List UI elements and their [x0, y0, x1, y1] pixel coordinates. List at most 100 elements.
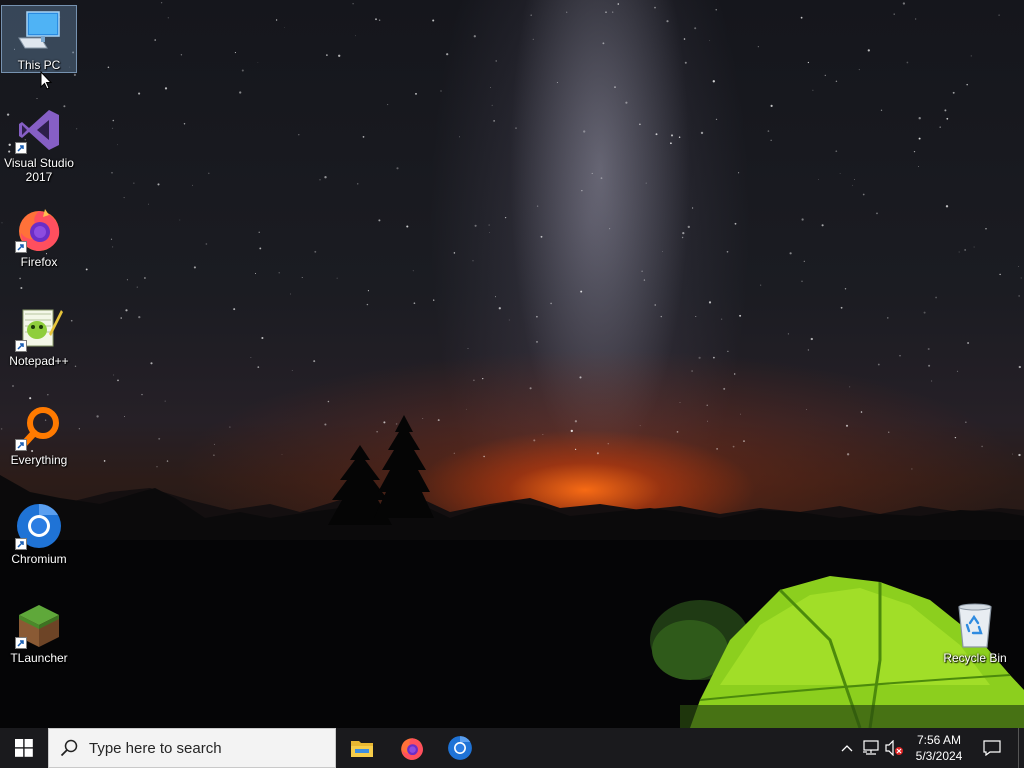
- star: [205, 243, 208, 245]
- start-button[interactable]: [0, 728, 48, 768]
- star: [126, 279, 128, 281]
- star: [406, 225, 409, 228]
- shortcut-arrow-icon: [15, 340, 27, 352]
- star: [902, 2, 906, 5]
- tray-network[interactable]: [860, 728, 882, 768]
- star: [133, 182, 135, 184]
- star: [413, 302, 416, 305]
- star: [261, 336, 264, 340]
- star: [662, 251, 663, 252]
- star: [257, 62, 259, 63]
- star: [964, 249, 966, 251]
- star: [946, 117, 949, 120]
- star: [352, 3, 354, 5]
- star: [366, 303, 369, 306]
- everything-search-icon: [15, 403, 63, 451]
- star: [681, 236, 684, 239]
- show-desktop-button[interactable]: [1018, 728, 1024, 768]
- star: [684, 61, 687, 64]
- star: [893, 13, 895, 15]
- star: [935, 296, 937, 299]
- star: [600, 177, 603, 179]
- desktop-icon-recycle-bin[interactable]: Recycle Bin: [938, 599, 1012, 665]
- star: [944, 109, 947, 112]
- shortcut-arrow-icon: [15, 142, 27, 154]
- star: [136, 286, 138, 288]
- star: [734, 373, 736, 375]
- chromium-icon: [15, 502, 63, 550]
- taskbar-app-firefox[interactable]: [388, 728, 436, 768]
- star: [73, 73, 76, 76]
- tray-volume[interactable]: [884, 728, 906, 768]
- star: [150, 362, 153, 365]
- desktop-icon-tlauncher[interactable]: TLauncher: [2, 599, 76, 665]
- star: [609, 228, 611, 230]
- search-icon: [49, 739, 89, 757]
- star: [467, 348, 469, 349]
- star: [556, 81, 558, 84]
- search-input[interactable]: Type here to search: [48, 728, 336, 768]
- star: [839, 173, 841, 174]
- star: [927, 347, 930, 351]
- star: [877, 363, 880, 366]
- star: [739, 314, 742, 317]
- star: [110, 238, 113, 240]
- star: [459, 136, 460, 138]
- star: [643, 279, 646, 281]
- desktop-icon-label: Recycle Bin: [943, 651, 1007, 665]
- star: [167, 17, 169, 19]
- taskbar-clock[interactable]: 7:56 AM 5/3/2024: [908, 728, 970, 768]
- star: [682, 231, 685, 235]
- desktop-icon-everything[interactable]: Everything: [2, 401, 76, 467]
- star: [36, 98, 38, 99]
- desktop-icon-label: Chromium: [11, 552, 67, 566]
- star: [666, 20, 669, 23]
- action-center-button[interactable]: [974, 728, 1010, 768]
- star: [148, 203, 149, 205]
- taskbar: Type here to search 7:56 AM 5/3/2024: [0, 728, 1024, 768]
- star: [180, 54, 183, 56]
- star: [566, 11, 568, 13]
- star: [446, 53, 449, 56]
- star: [233, 308, 236, 311]
- star: [160, 2, 163, 4]
- star: [192, 184, 193, 186]
- star: [193, 266, 196, 269]
- chromium-icon: [448, 736, 472, 760]
- star: [821, 224, 824, 227]
- star: [493, 120, 495, 122]
- star: [683, 38, 686, 40]
- star: [254, 272, 257, 275]
- star: [489, 232, 491, 233]
- star: [999, 273, 1001, 276]
- taskbar-app-chromium[interactable]: [436, 728, 484, 768]
- star: [378, 219, 381, 222]
- visual-studio-icon: [15, 106, 63, 154]
- desktop-icon-chromium[interactable]: Chromium: [2, 500, 76, 566]
- star: [625, 101, 628, 104]
- desktop-icon-this-pc[interactable]: This PC: [1, 5, 77, 73]
- star: [757, 46, 759, 48]
- star: [354, 35, 356, 37]
- star: [913, 150, 916, 153]
- star: [1020, 277, 1022, 279]
- desktop-icon-firefox[interactable]: Firefox: [2, 203, 76, 269]
- star: [970, 55, 972, 57]
- star: [670, 142, 672, 145]
- star: [532, 38, 534, 41]
- star: [923, 311, 926, 314]
- star: [298, 134, 300, 136]
- tray-show-hidden-icons[interactable]: [838, 728, 856, 768]
- star: [107, 66, 110, 69]
- desktop-icon-visual-studio[interactable]: Visual Studio 2017: [2, 104, 76, 184]
- desktop-icon-notepad-plus-plus[interactable]: Notepad++: [2, 302, 76, 368]
- star: [958, 251, 960, 253]
- star: [973, 246, 975, 248]
- firefox-icon: [401, 738, 423, 760]
- star: [803, 260, 805, 262]
- desktop[interactable]: This PC Visual Studio 2017 Firefox Notep…: [0, 0, 1024, 728]
- star: [918, 117, 921, 120]
- taskbar-app-file-explorer[interactable]: [338, 728, 386, 768]
- star: [324, 176, 327, 179]
- star: [1018, 365, 1021, 369]
